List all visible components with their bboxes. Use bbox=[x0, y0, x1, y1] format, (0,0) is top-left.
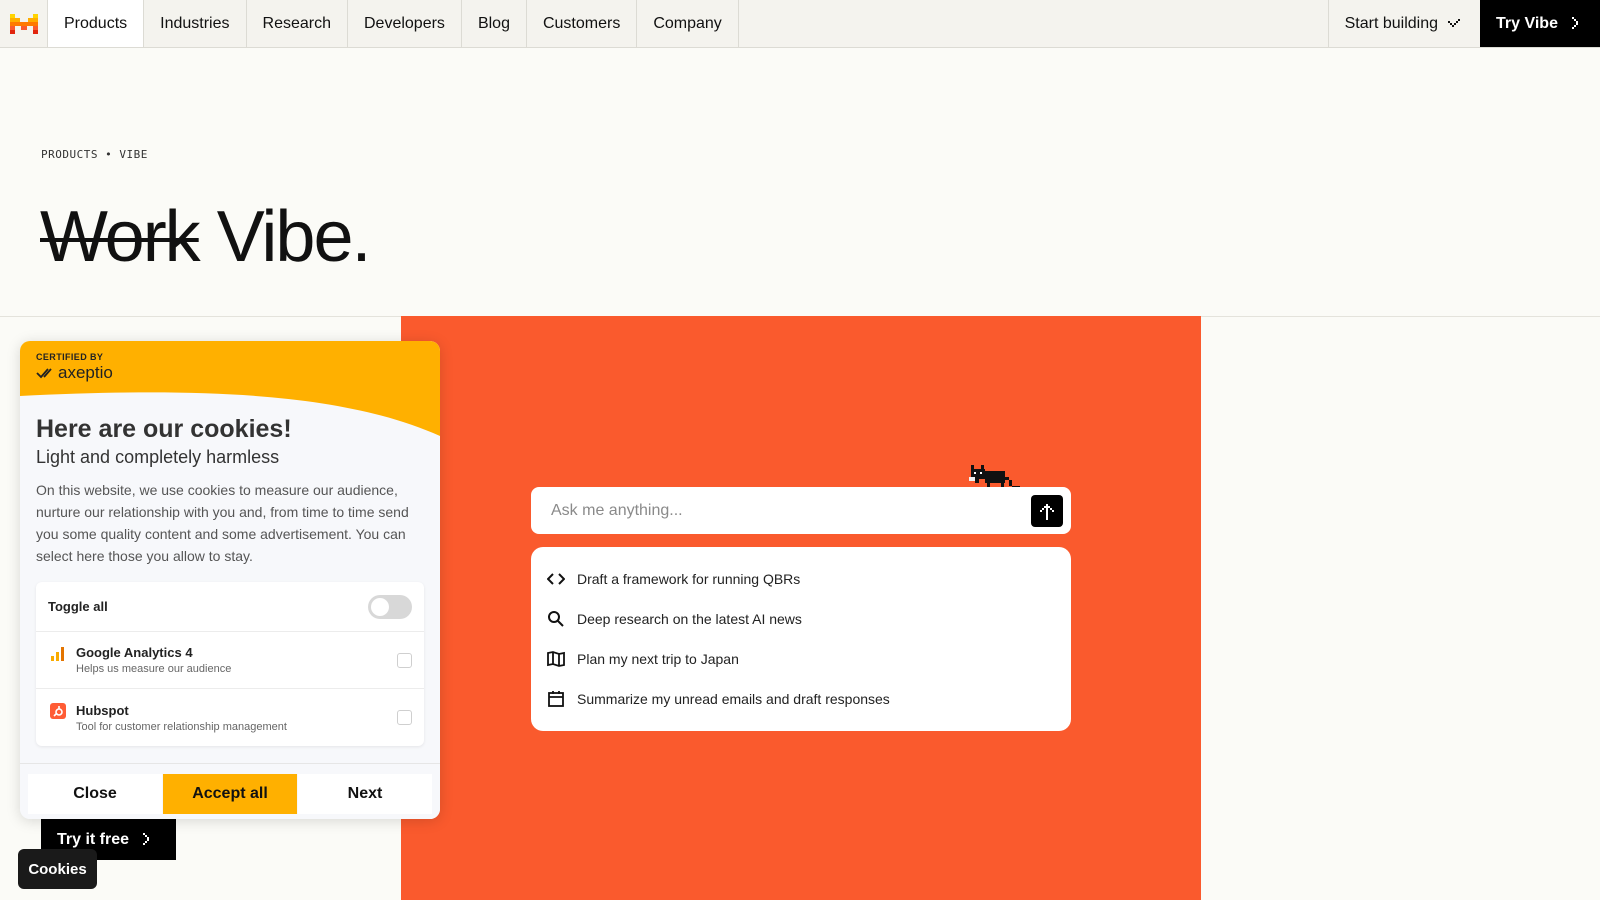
send-button[interactable] bbox=[1031, 494, 1063, 527]
vendor-desc: Tool for customer relationship managemen… bbox=[76, 720, 287, 733]
nav-company[interactable]: Company bbox=[637, 0, 739, 47]
suggestion-label: Draft a framework for running QBRs bbox=[577, 571, 801, 587]
vendor-text: Hubspot Tool for customer relationship m… bbox=[76, 703, 389, 733]
checkmark-logo-icon bbox=[36, 368, 52, 379]
nav-research[interactable]: Research bbox=[247, 0, 348, 47]
close-button[interactable]: Close bbox=[28, 774, 162, 814]
cookie-options-card: Toggle all Google Analytics 4 Helps us m… bbox=[36, 582, 424, 746]
try-vibe-button[interactable]: Try Vibe bbox=[1480, 0, 1600, 47]
axeptio-brand: axeptio bbox=[58, 363, 113, 382]
suggestion-item[interactable]: Draft a framework for running QBRs bbox=[547, 559, 1055, 599]
chevron-right-icon bbox=[143, 832, 150, 845]
cookies-settings-button[interactable]: Cookies bbox=[18, 849, 97, 889]
code-icon bbox=[547, 570, 565, 588]
vendor-checkbox[interactable] bbox=[397, 652, 412, 668]
suggestion-item[interactable]: Deep research on the latest AI news bbox=[547, 599, 1055, 639]
title-rest: Vibe. bbox=[198, 197, 372, 277]
certified-by-label: CERTIFIED BY bbox=[36, 352, 104, 362]
axeptio-logo: axeptio bbox=[36, 363, 113, 383]
nav-developers[interactable]: Developers bbox=[348, 0, 462, 47]
title-struck-word: Work bbox=[40, 197, 201, 277]
cookie-description: On this website, we use cookies to measu… bbox=[36, 482, 409, 564]
calendar-icon bbox=[547, 690, 565, 708]
ask-input[interactable] bbox=[551, 501, 1031, 520]
suggestion-label: Plan my next trip to Japan bbox=[577, 651, 739, 667]
breadcrumb: PRODUCTS • VIBE bbox=[41, 148, 148, 161]
suggestion-item[interactable]: Summarize my unread emails and draft res… bbox=[547, 679, 1055, 719]
vendor-row: Hubspot Tool for customer relationship m… bbox=[36, 689, 424, 746]
brand-logo[interactable] bbox=[0, 0, 48, 48]
hubspot-icon bbox=[48, 701, 68, 721]
search-icon bbox=[547, 610, 565, 628]
suggestion-label: Deep research on the latest AI news bbox=[577, 611, 802, 627]
toggle-all-label: Toggle all bbox=[48, 599, 108, 614]
accept-all-button[interactable]: Accept all bbox=[163, 774, 297, 814]
cookie-title: Here are our cookies! bbox=[36, 415, 292, 443]
next-button[interactable]: Next bbox=[298, 774, 432, 814]
toggle-all-switch[interactable] bbox=[368, 594, 412, 619]
nav-industries[interactable]: Industries bbox=[144, 0, 247, 47]
nav-products[interactable]: Products bbox=[48, 0, 145, 47]
toggle-all-row: Toggle all bbox=[36, 582, 424, 632]
chevron-down-icon bbox=[1448, 18, 1460, 27]
nav-blog[interactable]: Blog bbox=[462, 0, 527, 47]
vendor-checkbox[interactable] bbox=[397, 710, 412, 725]
vendor-desc: Helps us measure our audience bbox=[76, 663, 232, 675]
vendor-text: Google Analytics 4 Helps us measure our … bbox=[76, 645, 389, 675]
try-it-free-label: Try it free bbox=[57, 830, 130, 848]
vendor-name: Hubspot bbox=[76, 702, 129, 718]
start-building-button[interactable]: Start building bbox=[1327, 0, 1480, 47]
vendor-row: Google Analytics 4 Helps us measure our … bbox=[36, 632, 424, 689]
top-nav: Products Industries Research Developers … bbox=[0, 0, 1600, 48]
suggestion-item[interactable]: Plan my next trip to Japan bbox=[547, 639, 1055, 679]
google-analytics-icon bbox=[48, 644, 68, 664]
cookie-consent-modal: CERTIFIED BY axeptio Here are our cookie… bbox=[20, 341, 440, 819]
map-icon bbox=[547, 650, 565, 668]
cookie-subtitle: Light and completely harmless bbox=[36, 447, 280, 467]
nav-customers[interactable]: Customers bbox=[527, 0, 638, 47]
try-vibe-label: Try Vibe bbox=[1496, 14, 1558, 32]
chevron-right-icon bbox=[1571, 16, 1578, 29]
start-building-label: Start building bbox=[1344, 14, 1438, 32]
arrow-up-icon bbox=[1040, 503, 1054, 520]
suggestions-list: Draft a framework for running QBRs Deep … bbox=[531, 547, 1071, 731]
suggestion-label: Summarize my unread emails and draft res… bbox=[577, 691, 890, 707]
cookie-footer: Close Accept all Next bbox=[20, 763, 440, 819]
page-title: Work Vibe. bbox=[40, 196, 372, 278]
prompt-box bbox=[531, 487, 1071, 534]
vendor-name: Google Analytics 4 bbox=[76, 645, 193, 660]
logo-icon bbox=[9, 14, 38, 34]
